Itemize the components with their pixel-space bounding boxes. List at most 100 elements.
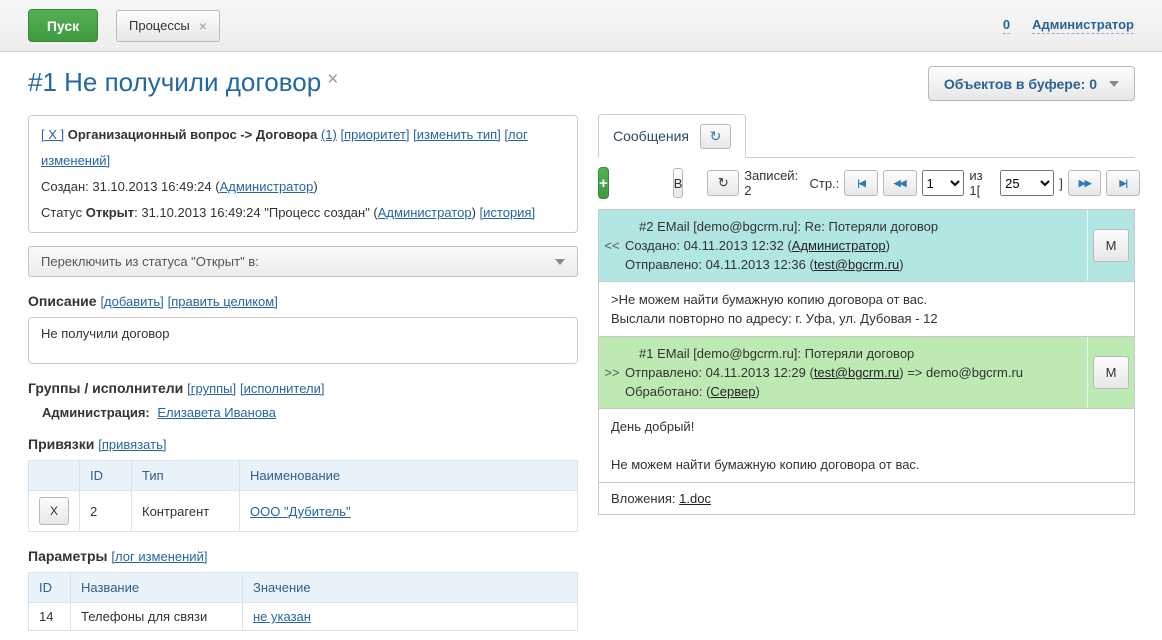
status-line: Статус Открыт: 31.10.2013 16:49:24 "Проц… bbox=[41, 200, 565, 226]
attachment-link[interactable]: 1.doc bbox=[679, 491, 711, 506]
created-text: Создан: 31.10.2013 16:49:24 ( bbox=[41, 179, 220, 194]
tab-messages-label: Сообщения bbox=[613, 128, 689, 144]
refresh-icon: ↻ bbox=[710, 128, 722, 145]
params-heading: Параметры [лог изменений] bbox=[28, 548, 578, 564]
param-value-link[interactable]: не указан bbox=[253, 609, 311, 624]
buffer-dropdown-button[interactable]: Объектов в буфере: 0 bbox=[928, 66, 1135, 101]
refresh-button[interactable]: ↻ bbox=[700, 124, 731, 149]
table-row: X 2 Контрагент ООО "Дубитель" bbox=[29, 491, 578, 532]
status-name: Открыт bbox=[86, 205, 134, 220]
executor-link[interactable]: Елизавета Иванова bbox=[157, 405, 276, 420]
refresh-list-button[interactable]: ↻ bbox=[707, 170, 739, 196]
page-of-label: из 1[ bbox=[969, 168, 995, 198]
email-link[interactable]: test@bgcrm.ru bbox=[814, 365, 899, 380]
message-body: >Не можем найти бумажную копию договора … bbox=[599, 282, 1134, 337]
page-size-select[interactable]: 25 bbox=[1000, 170, 1054, 196]
prev-page-button[interactable]: ◀◀ bbox=[883, 170, 917, 196]
start-button[interactable]: Пуск bbox=[28, 9, 98, 42]
meta-text: Создано: 04.11.2013 12:32 ( bbox=[625, 238, 792, 253]
bindings-heading: Привязки [привязать] bbox=[28, 436, 578, 452]
first-page-button[interactable]: |◀ bbox=[844, 170, 878, 196]
params-col-id: ID bbox=[29, 573, 71, 603]
next-page-icon: ▶▶ bbox=[1079, 178, 1091, 189]
user-menu-link[interactable]: Администратор bbox=[1032, 17, 1134, 34]
last-page-button[interactable]: ▶| bbox=[1106, 170, 1140, 196]
direction-marker: << bbox=[599, 210, 625, 281]
author-link[interactable]: Администратор bbox=[792, 238, 886, 253]
message-action-button[interactable]: М bbox=[1093, 229, 1129, 262]
executors-link[interactable]: [исполнители] bbox=[240, 381, 324, 396]
b-button[interactable]: В bbox=[673, 168, 684, 198]
description-box: Не получили договор bbox=[28, 317, 578, 364]
buffer-dropdown-label: Объектов в буфере: 0 bbox=[944, 76, 1097, 92]
close-process-icon[interactable]: × bbox=[327, 69, 338, 90]
meta-text: Обработано: ( bbox=[625, 384, 710, 399]
tab-processes[interactable]: Процессы × bbox=[116, 10, 220, 42]
status-text: : 31.10.2013 16:49:24 "Процесс создан" ( bbox=[134, 205, 378, 220]
param-name: Телефоны для связи bbox=[71, 603, 243, 631]
next-page-button[interactable]: ▶▶ bbox=[1068, 170, 1102, 196]
groups-link[interactable]: [группы] bbox=[187, 381, 236, 396]
message-meta-sent: Отправлено: 04.11.2013 12:36 (test@bgcrm… bbox=[625, 255, 1083, 274]
groups-heading: Группы / исполнители [группы] [исполните… bbox=[28, 380, 578, 396]
direction-marker: >> bbox=[599, 337, 625, 408]
bindings-col-id: ID bbox=[80, 461, 132, 491]
message-action-button[interactable]: М bbox=[1093, 356, 1129, 389]
chevron-down-icon bbox=[1109, 81, 1119, 87]
status-label: Статус bbox=[41, 205, 86, 220]
bindings-table: ID Тип Наименование X 2 Контрагент ООО "… bbox=[28, 460, 578, 532]
delete-binding-button[interactable]: X bbox=[39, 497, 69, 525]
messages-tabs: Сообщения ↻ bbox=[598, 115, 1135, 158]
pager: ↻ Записей: 2 Стр.: |◀ ◀◀ 1 из 1[ 25 ] ▶▶… bbox=[707, 168, 1140, 198]
messages-list: << #2 EMail [demo@bgcrm.ru]: Re: Потерял… bbox=[598, 209, 1135, 515]
close-icon[interactable]: × bbox=[199, 18, 207, 34]
bindings-col-type: Тип bbox=[132, 461, 240, 491]
page-head: #1 Не получили договор × Объектов в буфер… bbox=[28, 66, 1135, 101]
bindings-col-name: Наименование bbox=[240, 461, 578, 491]
meta-text: ) bbox=[886, 238, 890, 253]
message-title: #2 EMail [demo@bgcrm.ru]: Re: Потеряли д… bbox=[639, 217, 1083, 236]
params-table: ID Название Значение 14 Телефоны для свя… bbox=[28, 572, 578, 631]
server-link[interactable]: Сервер bbox=[710, 384, 755, 399]
meta-text: Отправлено: 04.11.2013 12:36 ( bbox=[625, 257, 814, 272]
params-heading-label: Параметры bbox=[28, 548, 108, 564]
meta-text: ) => demo@bgcrm.ru bbox=[899, 365, 1023, 380]
tab-messages[interactable]: Сообщения ↻ bbox=[598, 114, 746, 158]
bracket-close: ] bbox=[1059, 176, 1063, 191]
page-select[interactable]: 1 bbox=[922, 170, 965, 196]
counterparty-link[interactable]: ООО "Дубитель" bbox=[250, 504, 351, 519]
description-add-link[interactable]: [добавить] bbox=[100, 294, 163, 309]
params-changelog-link[interactable]: [лог изменений] bbox=[111, 549, 207, 564]
page-title: #1 Не получили договор bbox=[28, 67, 321, 97]
history-link[interactable]: [история] bbox=[480, 205, 536, 220]
binding-type: Контрагент bbox=[132, 491, 240, 532]
created-user-link[interactable]: Администратор bbox=[220, 179, 314, 194]
bind-link[interactable]: [привязать] bbox=[98, 437, 166, 452]
description-edit-link[interactable]: [править целиком] bbox=[168, 294, 278, 309]
add-message-button[interactable]: + bbox=[598, 167, 609, 199]
change-type-link[interactable]: [изменить тип] bbox=[413, 127, 501, 142]
messages-panel: Сообщения ↻ + В ↻ Записей: 2 Стр.: |◀ ◀◀… bbox=[598, 115, 1135, 631]
message-body: День добрый! Не можем найти бумажную коп… bbox=[599, 409, 1134, 483]
attachments-label: Вложения: bbox=[611, 491, 676, 506]
group-name: Администрация: bbox=[42, 405, 150, 420]
params-col-name: Название bbox=[71, 573, 243, 603]
page-label: Стр.: bbox=[809, 176, 839, 191]
notifications-count-link[interactable]: 0 bbox=[1003, 17, 1010, 34]
process-remove-link[interactable]: [ X ] bbox=[41, 127, 64, 142]
email-link[interactable]: test@bgcrm.ru bbox=[814, 257, 899, 272]
topbar-user-area: 0 Администратор bbox=[1003, 17, 1134, 34]
chevron-down-icon bbox=[555, 259, 565, 265]
meta-text: ) bbox=[899, 257, 903, 272]
message-header: >> #1 EMail [demo@bgcrm.ru]: Потеряли до… bbox=[599, 337, 1134, 409]
message-title: #1 EMail [demo@bgcrm.ru]: Потеряли догов… bbox=[639, 344, 1083, 363]
process-type-line: [ X ] Организационный вопрос -> Договора… bbox=[41, 122, 565, 174]
binding-id: 2 bbox=[80, 491, 132, 532]
process-count-link[interactable]: (1) bbox=[321, 127, 337, 142]
prev-page-icon: ◀◀ bbox=[894, 178, 906, 189]
process-type: Организационный вопрос -> Договора bbox=[68, 127, 318, 142]
status-switch-select[interactable]: Переключить из статуса "Открыт" в: bbox=[28, 246, 578, 277]
priority-link[interactable]: [приоритет] bbox=[340, 127, 409, 142]
status-user-link[interactable]: Администратор bbox=[378, 205, 472, 220]
meta-text: Отправлено: 04.11.2013 12:29 ( bbox=[625, 365, 814, 380]
